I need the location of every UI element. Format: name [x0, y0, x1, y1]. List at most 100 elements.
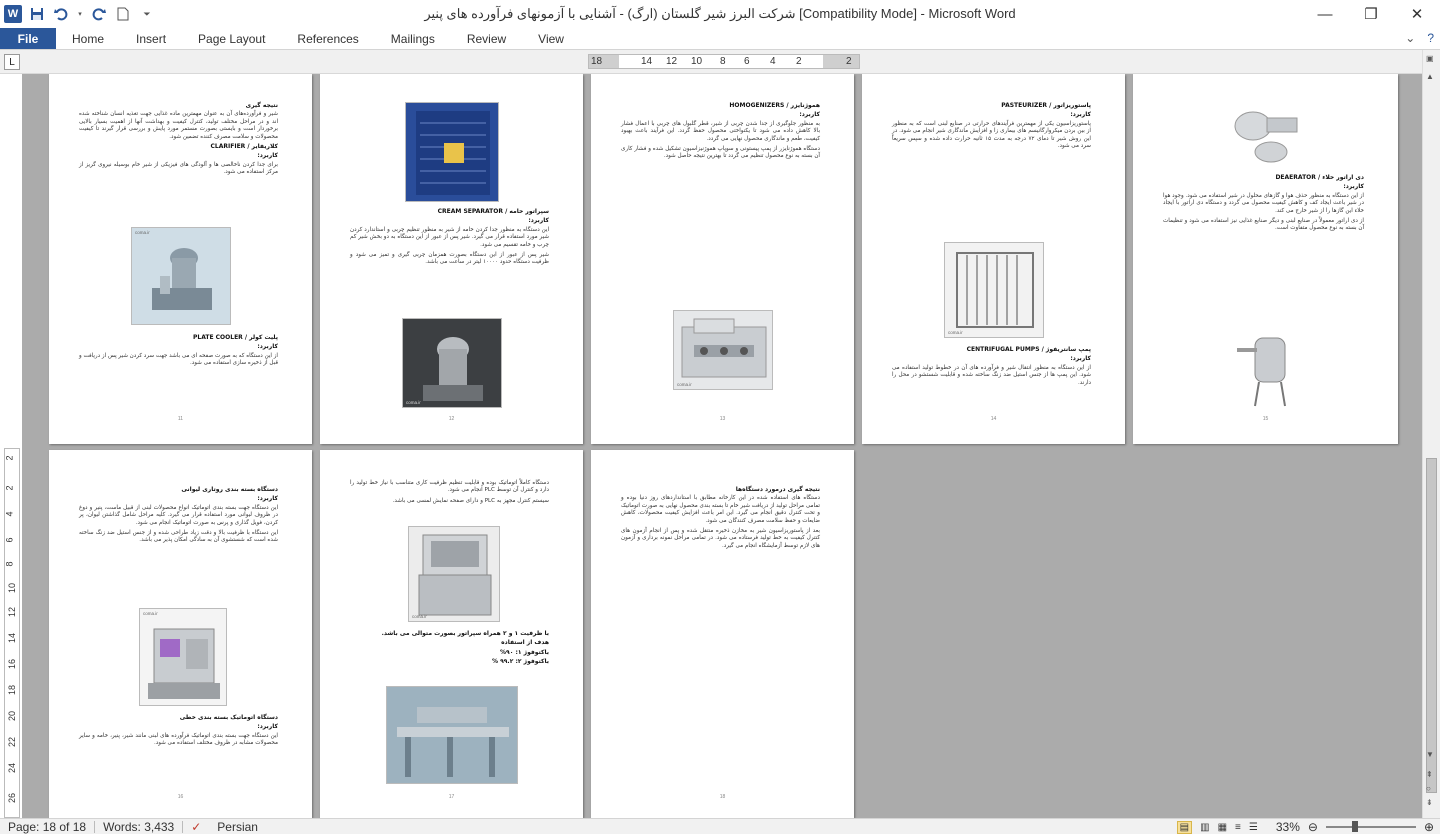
horizontal-ruler[interactable]: 18 14 12 10 8 6 4 2 2 [588, 54, 860, 69]
page-number: 12 [448, 416, 455, 422]
ruler-number: 4 [770, 56, 776, 67]
document-page-14[interactable]: پاستوریزاتور / PASTEURIZER کاربرد: پاستو… [862, 74, 1125, 444]
page-heading: دستگاه اتوماتیک بسته بندی خطی [179, 714, 278, 721]
tab-selector-icon[interactable]: L [4, 54, 20, 70]
zoom-out-icon[interactable]: ⊖ [1308, 820, 1318, 834]
full-screen-reading-icon[interactable]: ▥ [1200, 822, 1209, 833]
print-layout-view-icon[interactable]: ▤ [1176, 820, 1193, 834]
page-body-text: سیستم کنترل مجهز به PLC و دارای صفحه نما… [392, 497, 549, 504]
pasteurizer-image[interactable]: coma.ir [944, 242, 1044, 338]
page-number: 13 [719, 416, 726, 422]
help-icon[interactable]: ? [1427, 31, 1434, 45]
clarifier-image[interactable]: coma.ir [131, 227, 231, 325]
word-count[interactable]: Words: 3,433 [95, 819, 182, 835]
ruler-number: 6 [4, 537, 15, 543]
tab-insert[interactable]: Insert [120, 28, 182, 49]
undo-icon[interactable] [52, 5, 70, 23]
pump-image[interactable] [1223, 96, 1313, 168]
page-subheading: کاربرد: [257, 343, 278, 351]
page-heading: دستگاه بسته بندی روتاری لیوانی [181, 486, 278, 493]
document-workspace[interactable]: نتیجه گیری شیر و فرآورده‌های آن به عنوان… [22, 74, 1422, 818]
document-page-11[interactable]: نتیجه گیری شیر و فرآورده‌های آن به عنوان… [49, 74, 312, 444]
vertical-scrollbar[interactable]: ▣ ▲ ▼ ⇞ ○ ⇟ [1422, 50, 1440, 818]
select-browse-object-icon[interactable]: ○ [1426, 784, 1431, 793]
page-body-text: شیر پس از عبور از این دستگاه بصورت همزما… [350, 252, 549, 266]
ruler-bar: L 18 14 12 10 8 6 4 2 2 [0, 50, 1440, 74]
ribbon-tabs: File Home Insert Page Layout References … [0, 28, 1440, 50]
ruler-number: 22 [7, 736, 18, 748]
ruler-number: 26 [7, 792, 18, 804]
restore-button[interactable]: ❐ [1348, 0, 1394, 28]
ribbon-collapse-icon[interactable]: ⌄ [1405, 31, 1415, 45]
page-subheading: کاربرد: [1343, 183, 1364, 191]
page-subheading: کاربرد: [257, 495, 278, 503]
ruler-number: 18 [7, 684, 18, 696]
page-count[interactable]: Page: 18 of 18 [0, 819, 94, 835]
quick-access-toolbar: W ▾ ⏷ [0, 0, 156, 28]
save-icon[interactable] [28, 5, 46, 23]
previous-page-icon[interactable]: ⇞ [1426, 770, 1433, 779]
draft-view-icon[interactable]: ☰ [1249, 822, 1258, 833]
packaging-machine-image[interactable]: coma.ir [408, 526, 500, 622]
tab-home[interactable]: Home [56, 28, 120, 49]
zoom-slider[interactable] [1325, 821, 1416, 832]
production-line-image[interactable] [386, 686, 518, 784]
redo-icon[interactable] [90, 5, 108, 23]
tab-review[interactable]: Review [451, 28, 522, 49]
tab-mailings[interactable]: Mailings [375, 28, 451, 49]
deaerator-image[interactable] [1229, 328, 1305, 408]
plate-separator-image[interactable] [405, 102, 499, 202]
image-watermark: coma.ir [143, 611, 158, 616]
page-number: 18 [719, 794, 726, 800]
page-subheading: کاربرد: [1070, 111, 1091, 119]
document-page-18[interactable]: نتیجه گیری درمورد دستگاه‌ها دستگاه های ا… [591, 450, 854, 818]
page-number: 14 [990, 416, 997, 422]
minimize-button[interactable]: — [1302, 0, 1348, 28]
ruler-number: 2 [4, 455, 15, 461]
document-page-12[interactable]: سپراتور خامه / CREAM SEPARATOR کاربرد: ا… [320, 74, 583, 444]
scroll-up-icon[interactable]: ▲ [1426, 72, 1434, 81]
zoom-in-icon[interactable]: ⊕ [1424, 820, 1434, 834]
page-heading: با ظرفیت ۱ و ۲ همراه سپراتور بصورت متوال… [381, 630, 549, 637]
close-button[interactable]: ✕ [1394, 0, 1440, 28]
image-watermark: coma.ir [677, 382, 692, 387]
title-bar: W ▾ ⏷ شرکت البرز شیر گلستان (ارگ) - آشنا… [0, 0, 1440, 28]
tab-page-layout[interactable]: Page Layout [182, 28, 281, 49]
page-body-text: از این دستگاه که به صورت صفحه ای می باشد… [79, 352, 278, 367]
document-page-13[interactable]: هموژنایزر / HOMOGENIZERS کاربرد: به منظو… [591, 74, 854, 444]
ruler-number: 18 [591, 56, 603, 67]
ruler-number: 10 [7, 582, 18, 594]
document-page-16[interactable]: دستگاه بسته بندی روتاری لیوانی کاربرد: ا… [49, 450, 312, 818]
next-page-icon[interactable]: ⇟ [1426, 798, 1433, 807]
document-page-15[interactable]: دی اراتور خلاء / DEAERATOR کاربرد: از ای… [1133, 74, 1398, 444]
document-page-17[interactable]: دستگاه کاملاً اتوماتیک بوده و قابلیت تنظ… [320, 450, 583, 818]
tab-references[interactable]: References [281, 28, 374, 49]
page-subheading: کاربرد: [1070, 355, 1091, 363]
language-indicator[interactable]: Persian [209, 819, 266, 835]
page-body-text: از این دستگاه به منظور انتقال شیر و فرآو… [892, 364, 1091, 386]
scrollbar-thumb[interactable] [1426, 458, 1437, 793]
homogenizer-image[interactable]: coma.ir [673, 310, 773, 390]
page-body-text: دستگاه هموژنایزر از پمپ پیستونی و سوپاپ … [621, 146, 820, 160]
tab-view[interactable]: View [522, 28, 580, 49]
zoom-level[interactable]: 33% [1276, 820, 1300, 834]
page-body-text: دستگاه کاملاً اتوماتیک بوده و قابلیت تنظ… [350, 480, 549, 494]
scroll-down-icon[interactable]: ▼ [1426, 750, 1434, 759]
page-line: باکتوفوژ ۲: ۹۹.۲ % [492, 658, 549, 666]
ruler-toggle-icon[interactable]: ▣ [1426, 54, 1434, 63]
proofing-icon[interactable]: ✓ [183, 819, 209, 835]
rotary-cup-filler-image[interactable]: coma.ir [139, 608, 227, 706]
word-app-icon[interactable]: W [4, 5, 22, 23]
new-document-icon[interactable] [114, 5, 132, 23]
vertical-ruler[interactable]: 2 2 4 6 8 10 12 14 16 18 20 22 24 26 [4, 448, 20, 818]
zoom-slider-knob[interactable] [1351, 821, 1358, 832]
undo-dropdown-icon[interactable]: ▾ [76, 5, 84, 23]
customize-qat-icon[interactable]: ⏷ [138, 5, 156, 23]
cream-separator-image[interactable]: coma.ir [402, 318, 502, 408]
web-layout-view-icon[interactable]: ▦ [1218, 822, 1227, 833]
outline-view-icon[interactable]: ≡ [1235, 822, 1241, 833]
page-body-text: بعد از پاستوریزاسیون شیر به مخازن ذخیره … [621, 528, 820, 549]
ruler-number: 4 [4, 511, 15, 517]
page-heading: پلیت کولر / PLATE COOLER [192, 334, 278, 341]
tab-file[interactable]: File [0, 28, 56, 49]
